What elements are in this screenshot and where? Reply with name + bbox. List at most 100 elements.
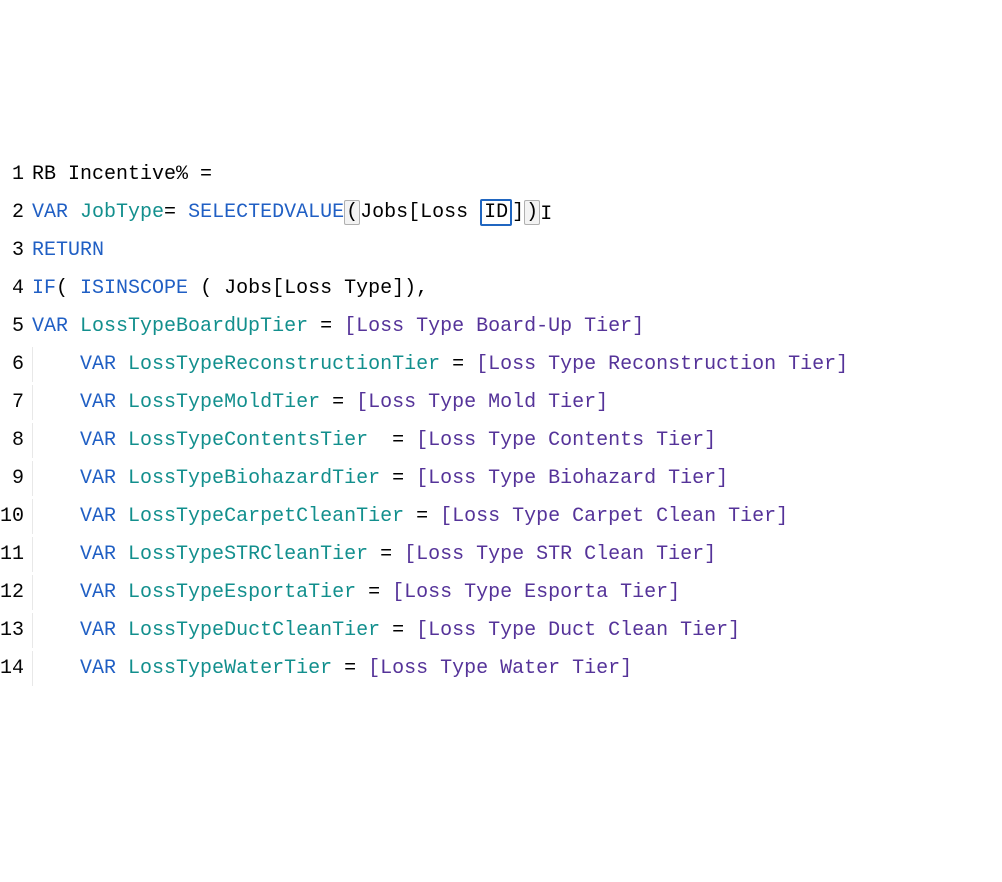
line-number: 14 — [0, 650, 32, 688]
code-token — [116, 505, 128, 528]
code-token: ID — [480, 199, 512, 226]
line-number: 8 — [0, 422, 32, 460]
line-number: 6 — [0, 346, 32, 384]
indent-guide — [32, 657, 80, 680]
code-token: = — [320, 391, 356, 414]
code-token: ] — [512, 201, 524, 224]
text-cursor-icon: I — [540, 196, 552, 234]
code-token: = — [368, 429, 416, 452]
code-token: LossTypeMoldTier — [128, 391, 320, 414]
code-line[interactable]: 7 VAR LossTypeMoldTier = [Loss Type Mold… — [0, 384, 1002, 422]
code-token — [68, 201, 80, 224]
code-content[interactable]: VAR JobType= SELECTEDVALUE(Jobs[Loss ID]… — [32, 194, 552, 232]
code-token: ISINSCOPE — [80, 277, 188, 300]
line-number: 9 — [0, 460, 32, 498]
code-content[interactable]: VAR LossTypeBiohazardTier = [Loss Type B… — [32, 460, 728, 498]
code-content[interactable]: VAR LossTypeCarpetCleanTier = [Loss Type… — [32, 498, 788, 536]
code-content[interactable]: VAR LossTypeDuctCleanTier = [Loss Type D… — [32, 612, 740, 650]
line-number: 5 — [0, 308, 32, 346]
code-content[interactable]: RB Incentive% = — [32, 156, 212, 194]
code-token: VAR — [80, 391, 116, 414]
code-token: SELECTEDVALUE — [188, 201, 344, 224]
code-token — [116, 581, 128, 604]
code-token: LossTypeWaterTier — [128, 657, 332, 680]
line-number: 7 — [0, 384, 32, 422]
code-line[interactable]: 4IF( ISINSCOPE ( Jobs[Loss Type]), — [0, 270, 1002, 308]
line-number: 1 — [0, 156, 32, 194]
indent-guide — [32, 543, 80, 566]
code-token: VAR — [80, 543, 116, 566]
code-token — [116, 467, 128, 490]
code-content[interactable]: VAR LossTypeMoldTier = [Loss Type Mold T… — [32, 384, 608, 422]
code-line[interactable]: 5VAR LossTypeBoardUpTier = [Loss Type Bo… — [0, 308, 1002, 346]
code-line[interactable]: 6 VAR LossTypeReconstructionTier = [Loss… — [0, 346, 1002, 384]
code-token: ) — [524, 200, 540, 225]
dax-code-editor[interactable]: 1RB Incentive% =2VAR JobType= SELECTEDVA… — [0, 156, 1002, 688]
code-content[interactable]: RETURN — [32, 232, 104, 270]
code-token: VAR — [80, 619, 116, 642]
code-content[interactable]: VAR LossTypeBoardUpTier = [Loss Type Boa… — [32, 308, 644, 346]
code-token: IF — [32, 277, 56, 300]
code-token — [116, 353, 128, 376]
code-token: VAR — [80, 581, 116, 604]
code-token: = — [356, 581, 392, 604]
code-token: [Loss Type Water Tier] — [368, 657, 632, 680]
line-number: 12 — [0, 574, 32, 612]
code-line[interactable]: 10 VAR LossTypeCarpetCleanTier = [Loss T… — [0, 498, 1002, 536]
line-number: 3 — [0, 232, 32, 270]
code-token: Jobs[Loss — [360, 201, 480, 224]
line-number: 10 — [0, 498, 32, 536]
code-token: VAR — [80, 657, 116, 680]
code-content[interactable]: VAR LossTypeEsportaTier = [Loss Type Esp… — [32, 574, 680, 612]
code-line[interactable]: 11 VAR LossTypeSTRCleanTier = [Loss Type… — [0, 536, 1002, 574]
code-token: LossTypeEsportaTier — [128, 581, 356, 604]
code-token: [Loss Type Contents Tier] — [416, 429, 716, 452]
code-line[interactable]: 14 VAR LossTypeWaterTier = [Loss Type Wa… — [0, 650, 1002, 688]
code-token: = — [308, 315, 344, 338]
code-token: = — [380, 619, 416, 642]
code-token: LossTypeSTRCleanTier — [128, 543, 368, 566]
code-line[interactable]: 12 VAR LossTypeEsportaTier = [Loss Type … — [0, 574, 1002, 612]
code-token: [Loss Type Esporta Tier] — [392, 581, 680, 604]
code-token — [116, 429, 128, 452]
code-token: [Loss Type Duct Clean Tier] — [416, 619, 740, 642]
indent-guide — [32, 353, 80, 376]
code-token: VAR — [32, 201, 68, 224]
code-token: LossTypeContentsTier — [128, 429, 368, 452]
code-token: [Loss Type Reconstruction Tier] — [476, 353, 848, 376]
line-number: 4 — [0, 270, 32, 308]
code-token: = — [440, 353, 476, 376]
code-token: ( — [344, 200, 360, 225]
code-token: LossTypeCarpetCleanTier — [128, 505, 404, 528]
indent-guide — [32, 391, 80, 414]
code-token: ( — [56, 277, 80, 300]
line-number: 13 — [0, 612, 32, 650]
code-content[interactable]: VAR LossTypeReconstructionTier = [Loss T… — [32, 346, 848, 384]
code-token: VAR — [80, 505, 116, 528]
code-line[interactable]: 13 VAR LossTypeDuctCleanTier = [Loss Typ… — [0, 612, 1002, 650]
code-content[interactable]: IF( ISINSCOPE ( Jobs[Loss Type]), — [32, 270, 428, 308]
code-token — [68, 315, 80, 338]
code-content[interactable]: VAR LossTypeSTRCleanTier = [Loss Type ST… — [32, 536, 716, 574]
code-content[interactable]: VAR LossTypeContentsTier = [Loss Type Co… — [32, 422, 716, 460]
code-token: LossTypeBiohazardTier — [128, 467, 380, 490]
code-line[interactable]: 9 VAR LossTypeBiohazardTier = [Loss Type… — [0, 460, 1002, 498]
code-line[interactable]: 8 VAR LossTypeContentsTier = [Loss Type … — [0, 422, 1002, 460]
indent-guide — [32, 429, 80, 452]
code-content[interactable]: VAR LossTypeWaterTier = [Loss Type Water… — [32, 650, 632, 688]
indent-guide — [32, 467, 80, 490]
code-line[interactable]: 1RB Incentive% = — [0, 156, 1002, 194]
code-token: RETURN — [32, 239, 104, 262]
code-token: = — [380, 467, 416, 490]
code-token — [116, 543, 128, 566]
code-line[interactable]: 2VAR JobType= SELECTEDVALUE(Jobs[Loss ID… — [0, 194, 1002, 232]
indent-guide — [32, 581, 80, 604]
code-token: LossTypeDuctCleanTier — [128, 619, 380, 642]
code-token: VAR — [32, 315, 68, 338]
code-token: = — [404, 505, 440, 528]
indent-guide — [32, 505, 80, 528]
code-token: VAR — [80, 429, 116, 452]
code-line[interactable]: 3RETURN — [0, 232, 1002, 270]
code-token: JobType — [80, 201, 164, 224]
code-token: [Loss Type Board-Up Tier] — [344, 315, 644, 338]
